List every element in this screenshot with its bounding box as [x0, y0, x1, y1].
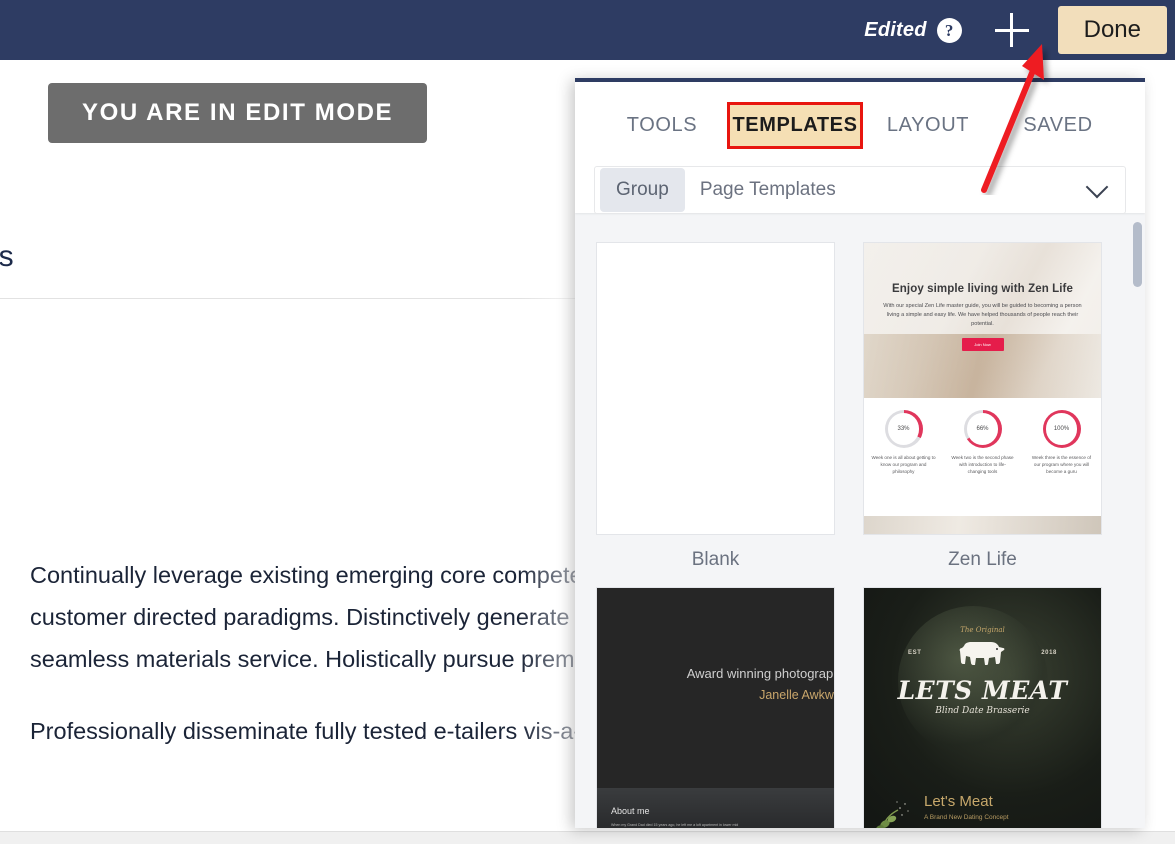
panel-caret-icon — [1030, 78, 1086, 79]
templates-scroll-area[interactable]: Blank Enjoy simple living with Zen Life … — [575, 218, 1145, 828]
group-selected-value: Page Templates — [699, 179, 836, 200]
tab-layout[interactable]: LAYOUT — [863, 105, 993, 146]
edit-mode-banner: YOU ARE IN EDIT MODE — [48, 83, 428, 143]
template-card-photography[interactable]: Award winning photographer Janelle Awkwa… — [596, 587, 835, 828]
tab-saved[interactable]: SAVED — [993, 105, 1123, 146]
templates-panel: TOOLS TEMPLATES LAYOUT SAVED Group Page … — [575, 78, 1145, 828]
zen-stat-3: 100% Week three is the essence of our pr… — [1028, 410, 1096, 516]
template-label-blank: Blank — [691, 549, 740, 570]
help-icon[interactable]: ? — [936, 17, 962, 43]
meat-footer-subtitle: A Brand New Dating Concept — [924, 814, 1009, 821]
zen-stat-2: 66% Week two is the second phase with in… — [949, 410, 1017, 516]
progress-ring-33: 33% — [884, 410, 923, 448]
template-label-zen-life: Zen Life — [948, 549, 1017, 570]
meat-hero-section: The Original EST 2018 LETS MEAT Blind Da… — [864, 588, 1101, 828]
meat-badge-script: The Original — [960, 626, 1005, 634]
zen-stat-1: 33% Week one is all about getting to kno… — [870, 410, 938, 516]
zen-stat-2-caption: Week two is the second phase with introd… — [951, 455, 1014, 474]
templates-grid: Blank Enjoy simple living with Zen Life … — [575, 218, 1145, 828]
template-thumbnail-blank[interactable] — [596, 242, 835, 535]
zen-stat-3-value: 100% — [1053, 426, 1070, 432]
template-card-zen-life[interactable]: Enjoy simple living with Zen Life With o… — [863, 242, 1102, 573]
template-thumbnail-photography[interactable]: Award winning photographer Janelle Awkwa… — [596, 587, 835, 828]
zen-hero-section: Enjoy simple living with Zen Life With o… — [864, 243, 1101, 398]
done-button[interactable]: Done — [1057, 6, 1167, 54]
tab-templates[interactable]: TEMPLATES — [727, 101, 863, 149]
zen-stat-1-caption: Week one is all about getting to know ou… — [871, 455, 936, 474]
page-heading-clipped: es — [0, 240, 14, 273]
photo-heading: Award winning photographer — [686, 666, 834, 681]
panel-scrollbar-thumb[interactable] — [1133, 222, 1142, 287]
group-chip-label: Group — [600, 168, 685, 212]
photo-about-title: About me — [611, 806, 650, 816]
progress-ring-66: 66% — [963, 410, 1002, 448]
cow-icon — [959, 642, 1004, 665]
template-thumbnail-lets-meat[interactable]: The Original EST 2018 LETS MEAT Blind Da… — [863, 587, 1102, 828]
meat-est-label: EST — [908, 650, 922, 656]
template-thumbnail-zen-life[interactable]: Enjoy simple living with Zen Life With o… — [863, 242, 1102, 535]
zen-stat-2-value: 66% — [976, 426, 989, 432]
meat-logo-title: LETS MEAT — [897, 676, 1068, 705]
zen-stat-3-caption: Week three is the essence of our program… — [1031, 455, 1092, 474]
meat-year-label: 2018 — [1041, 650, 1057, 656]
photo-hero-section: Award winning photographer Janelle Awkwa… — [597, 588, 834, 788]
photo-subheading: Janelle Awkward — [759, 688, 834, 702]
zen-stat-1-value: 33% — [897, 426, 910, 432]
chevron-down-icon — [1085, 175, 1109, 198]
zen-hero-heading: Enjoy simple living with Zen Life — [892, 283, 1073, 295]
meat-footer-title: Let's Meat — [924, 793, 993, 810]
zen-footer-image — [864, 516, 1101, 534]
add-section-plus-button[interactable] — [992, 10, 1032, 50]
panel-scrollbar-track[interactable] — [1129, 218, 1145, 828]
zen-stats-section: 33% Week one is all about getting to kno… — [864, 398, 1101, 516]
panel-header: TOOLS TEMPLATES LAYOUT SAVED Group Page … — [575, 82, 1145, 214]
panel-tab-bar: TOOLS TEMPLATES LAYOUT SAVED — [575, 82, 1145, 156]
photo-about-section: About me When my Grand Dad died 15 years… — [597, 788, 834, 828]
top-header-bar: Edited ? Done — [0, 0, 1175, 60]
edited-status-label: Edited — [864, 18, 927, 41]
camera-icon — [728, 819, 834, 828]
herb-sprig-icon — [876, 801, 909, 828]
photo-about-text: When my Grand Dad died 15 years ago, he … — [611, 823, 739, 827]
page-horizontal-scrollbar[interactable] — [0, 831, 1175, 844]
zen-join-now-button: Join Now — [961, 338, 1004, 351]
tab-tools[interactable]: TOOLS — [597, 105, 727, 146]
progress-ring-100: 100% — [1042, 410, 1081, 448]
template-card-blank[interactable]: Blank — [596, 242, 835, 573]
meat-logo-subtitle: Blind Date Brasserie — [935, 706, 1030, 716]
template-card-lets-meat[interactable]: The Original EST 2018 LETS MEAT Blind Da… — [863, 587, 1102, 828]
group-select-dropdown[interactable]: Group Page Templates — [594, 166, 1126, 214]
zen-hero-paragraph: With our special Zen Life master guide, … — [883, 303, 1082, 327]
